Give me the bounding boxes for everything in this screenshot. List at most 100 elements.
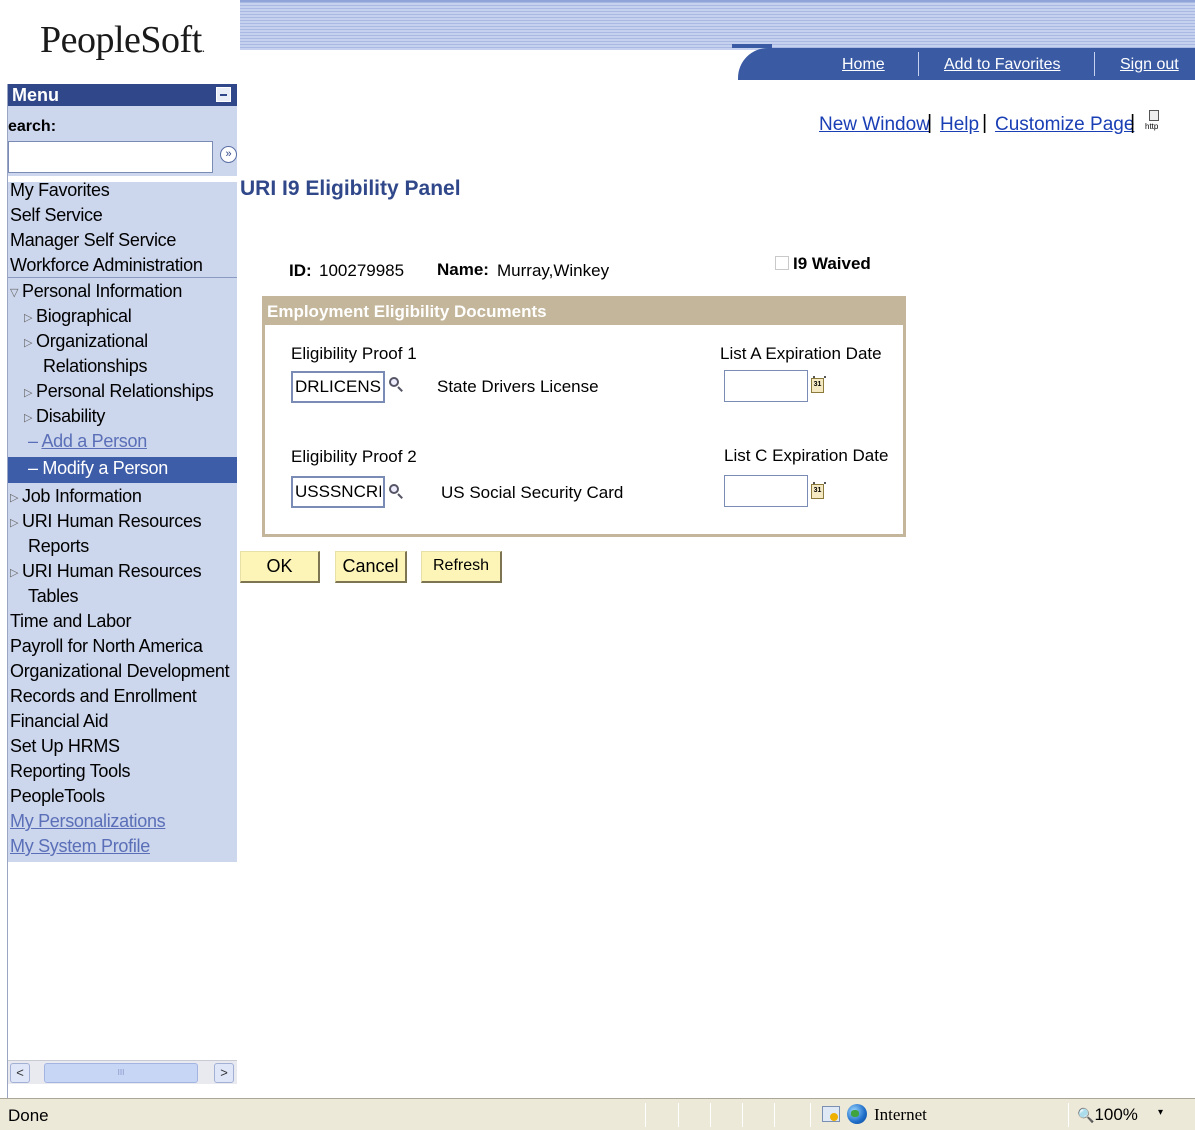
cancel-button[interactable]: Cancel bbox=[335, 551, 407, 583]
status-text: Done bbox=[8, 1106, 49, 1125]
security-zone-icon bbox=[822, 1106, 840, 1122]
logo-mark: . bbox=[201, 40, 205, 55]
menu-item-time-and-labor[interactable]: Time and Labor bbox=[10, 611, 132, 632]
menu-item-label-continued[interactable]: Tables bbox=[28, 586, 79, 607]
left-menu: Menu earch: » My Favorites Self Service … bbox=[8, 84, 237, 862]
page-title: URI I9 Eligibility Panel bbox=[240, 177, 461, 200]
customize-page-link[interactable]: Customize Page bbox=[995, 114, 1134, 136]
calendar-icon[interactable]: 31 bbox=[811, 376, 826, 393]
collapsed-arrow-icon: ▷ bbox=[24, 311, 33, 324]
menu-item-my-system-profile[interactable]: My System Profile bbox=[10, 836, 150, 857]
menu-title: Menu bbox=[12, 85, 59, 105]
i9-waived-checkbox[interactable] bbox=[775, 256, 789, 270]
resize-grip-icon[interactable] bbox=[1180, 1113, 1192, 1127]
http-icon[interactable]: http bbox=[1145, 110, 1163, 132]
menu-item-disability[interactable]: ▷ Disability bbox=[24, 406, 105, 427]
menu-item-label: Organizational bbox=[36, 331, 148, 351]
menu-item-personal-relationships[interactable]: ▷ Personal Relationships bbox=[24, 381, 214, 402]
status-divider bbox=[710, 1103, 711, 1127]
menu-item-set-up-hrms[interactable]: Set Up HRMS bbox=[10, 736, 120, 757]
menu-item-label: Add a Person bbox=[41, 431, 147, 451]
status-divider bbox=[810, 1103, 811, 1127]
menu-item-biographical[interactable]: ▷ Biographical bbox=[24, 306, 132, 327]
peoplesoft-logo: PeopleSoft. bbox=[40, 18, 205, 62]
menu-item-self-service[interactable]: Self Service bbox=[10, 205, 103, 226]
menu-item-label-continued[interactable]: Reports bbox=[28, 536, 89, 557]
header-banner bbox=[240, 2, 1195, 50]
logo-area: PeopleSoft. bbox=[0, 0, 240, 84]
sign-out-link[interactable]: Sign out bbox=[1120, 56, 1179, 74]
i9-waived-label: I9 Waived bbox=[793, 254, 871, 273]
status-divider bbox=[774, 1103, 775, 1127]
menu-item-label-continued[interactable]: Relationships bbox=[43, 356, 147, 377]
menu-item-modify-a-person[interactable]: – Modify a Person bbox=[28, 458, 168, 479]
menu-search-input[interactable] bbox=[8, 141, 213, 173]
menu-horizontal-scrollbar[interactable]: < III > bbox=[8, 1060, 237, 1084]
menu-item-organizational-development[interactable]: Organizational Development bbox=[10, 661, 230, 682]
menu-collapse-icon[interactable] bbox=[216, 87, 231, 102]
list-a-expiration-input[interactable] bbox=[724, 370, 808, 402]
menu-item-my-personalizations[interactable]: My Personalizations bbox=[10, 811, 166, 832]
id-value: 100279985 bbox=[319, 261, 405, 280]
proof1-description: State Drivers License bbox=[437, 377, 599, 396]
browser-status-bar: Done Internet 🔍100% ▾ bbox=[0, 1098, 1195, 1130]
zoom-dropdown-icon[interactable]: ▾ bbox=[1158, 1107, 1163, 1118]
calendar-icon[interactable]: 31 bbox=[811, 482, 826, 499]
expanded-arrow-icon: ▽ bbox=[10, 286, 19, 299]
nav-separator bbox=[1094, 52, 1095, 76]
menu-item-add-a-person[interactable]: – Add a Person bbox=[28, 431, 147, 452]
frame-border bbox=[7, 84, 8, 1098]
list-c-expiration-input[interactable] bbox=[724, 475, 808, 507]
menu-item-my-favorites[interactable]: My Favorites bbox=[10, 180, 110, 201]
status-divider bbox=[1068, 1103, 1069, 1127]
menu-item-label: Personal Relationships bbox=[36, 381, 214, 401]
status-divider bbox=[678, 1103, 679, 1127]
collapsed-arrow-icon: ▷ bbox=[24, 386, 33, 399]
internet-globe-icon bbox=[847, 1104, 867, 1124]
list-c-expiration-label: List C Expiration Date bbox=[724, 446, 889, 465]
list-a-expiration-label: List A Expiration Date bbox=[720, 344, 882, 363]
name-value: Murray,Winkey bbox=[497, 261, 610, 280]
menu-item-uri-hr-reports[interactable]: ▷ URI Human Resources bbox=[10, 511, 202, 532]
ok-button[interactable]: OK bbox=[240, 551, 320, 583]
menu-item-label: URI Human Resources bbox=[22, 511, 202, 531]
menu-item-peopletools[interactable]: PeopleTools bbox=[10, 786, 105, 807]
menu-divider bbox=[8, 277, 237, 278]
logo-text: PeopleSoft bbox=[40, 19, 202, 61]
menu-item-job-information[interactable]: ▷ Job Information bbox=[10, 486, 142, 507]
menu-item-organizational-relationships[interactable]: ▷ Organizational bbox=[24, 331, 148, 352]
scroll-right-button[interactable]: > bbox=[214, 1063, 234, 1083]
menu-item-reporting-tools[interactable]: Reporting Tools bbox=[10, 761, 131, 782]
search-label: earch: bbox=[8, 118, 57, 135]
menu-item-label: URI Human Resources bbox=[22, 561, 202, 581]
menu-item-label: Job Information bbox=[22, 486, 142, 506]
proof1-lookup-icon[interactable] bbox=[388, 376, 404, 392]
proof1-input[interactable] bbox=[291, 371, 385, 403]
collapsed-arrow-icon: ▷ bbox=[10, 566, 19, 579]
add-to-favorites-link[interactable]: Add to Favorites bbox=[944, 56, 1061, 74]
proof2-description: US Social Security Card bbox=[441, 483, 624, 502]
zoom-icon: 🔍 bbox=[1077, 1107, 1095, 1123]
collapsed-arrow-icon: ▷ bbox=[10, 491, 19, 504]
menu-item-personal-information[interactable]: ▽ Personal Information bbox=[10, 281, 182, 302]
zoom-level[interactable]: 🔍100% bbox=[1077, 1105, 1138, 1125]
proof2-lookup-icon[interactable] bbox=[388, 483, 404, 499]
menu-item-manager-self-service[interactable]: Manager Self Service bbox=[10, 230, 176, 251]
scroll-left-button[interactable]: < bbox=[10, 1063, 30, 1083]
proof2-input[interactable] bbox=[291, 476, 385, 508]
menu-item-workforce-administration[interactable]: Workforce Administration bbox=[10, 255, 203, 276]
proof2-label: Eligibility Proof 2 bbox=[291, 447, 417, 466]
home-link[interactable]: Home bbox=[842, 56, 885, 74]
refresh-button[interactable]: Refresh bbox=[421, 551, 502, 583]
menu-item-payroll[interactable]: Payroll for North America bbox=[10, 636, 203, 657]
menu-item-label: Disability bbox=[36, 406, 106, 426]
help-link[interactable]: Help bbox=[940, 114, 979, 136]
menu-item-financial-aid[interactable]: Financial Aid bbox=[10, 711, 108, 732]
search-go-icon[interactable]: » bbox=[220, 146, 237, 163]
proof1-label: Eligibility Proof 1 bbox=[291, 344, 417, 363]
link-separator: | bbox=[1130, 112, 1136, 134]
new-window-link[interactable]: New Window bbox=[819, 114, 930, 136]
scroll-thumb[interactable]: III bbox=[44, 1063, 198, 1083]
menu-item-records-and-enrollment[interactable]: Records and Enrollment bbox=[10, 686, 197, 707]
menu-item-uri-hr-tables[interactable]: ▷ URI Human Resources bbox=[10, 561, 202, 582]
